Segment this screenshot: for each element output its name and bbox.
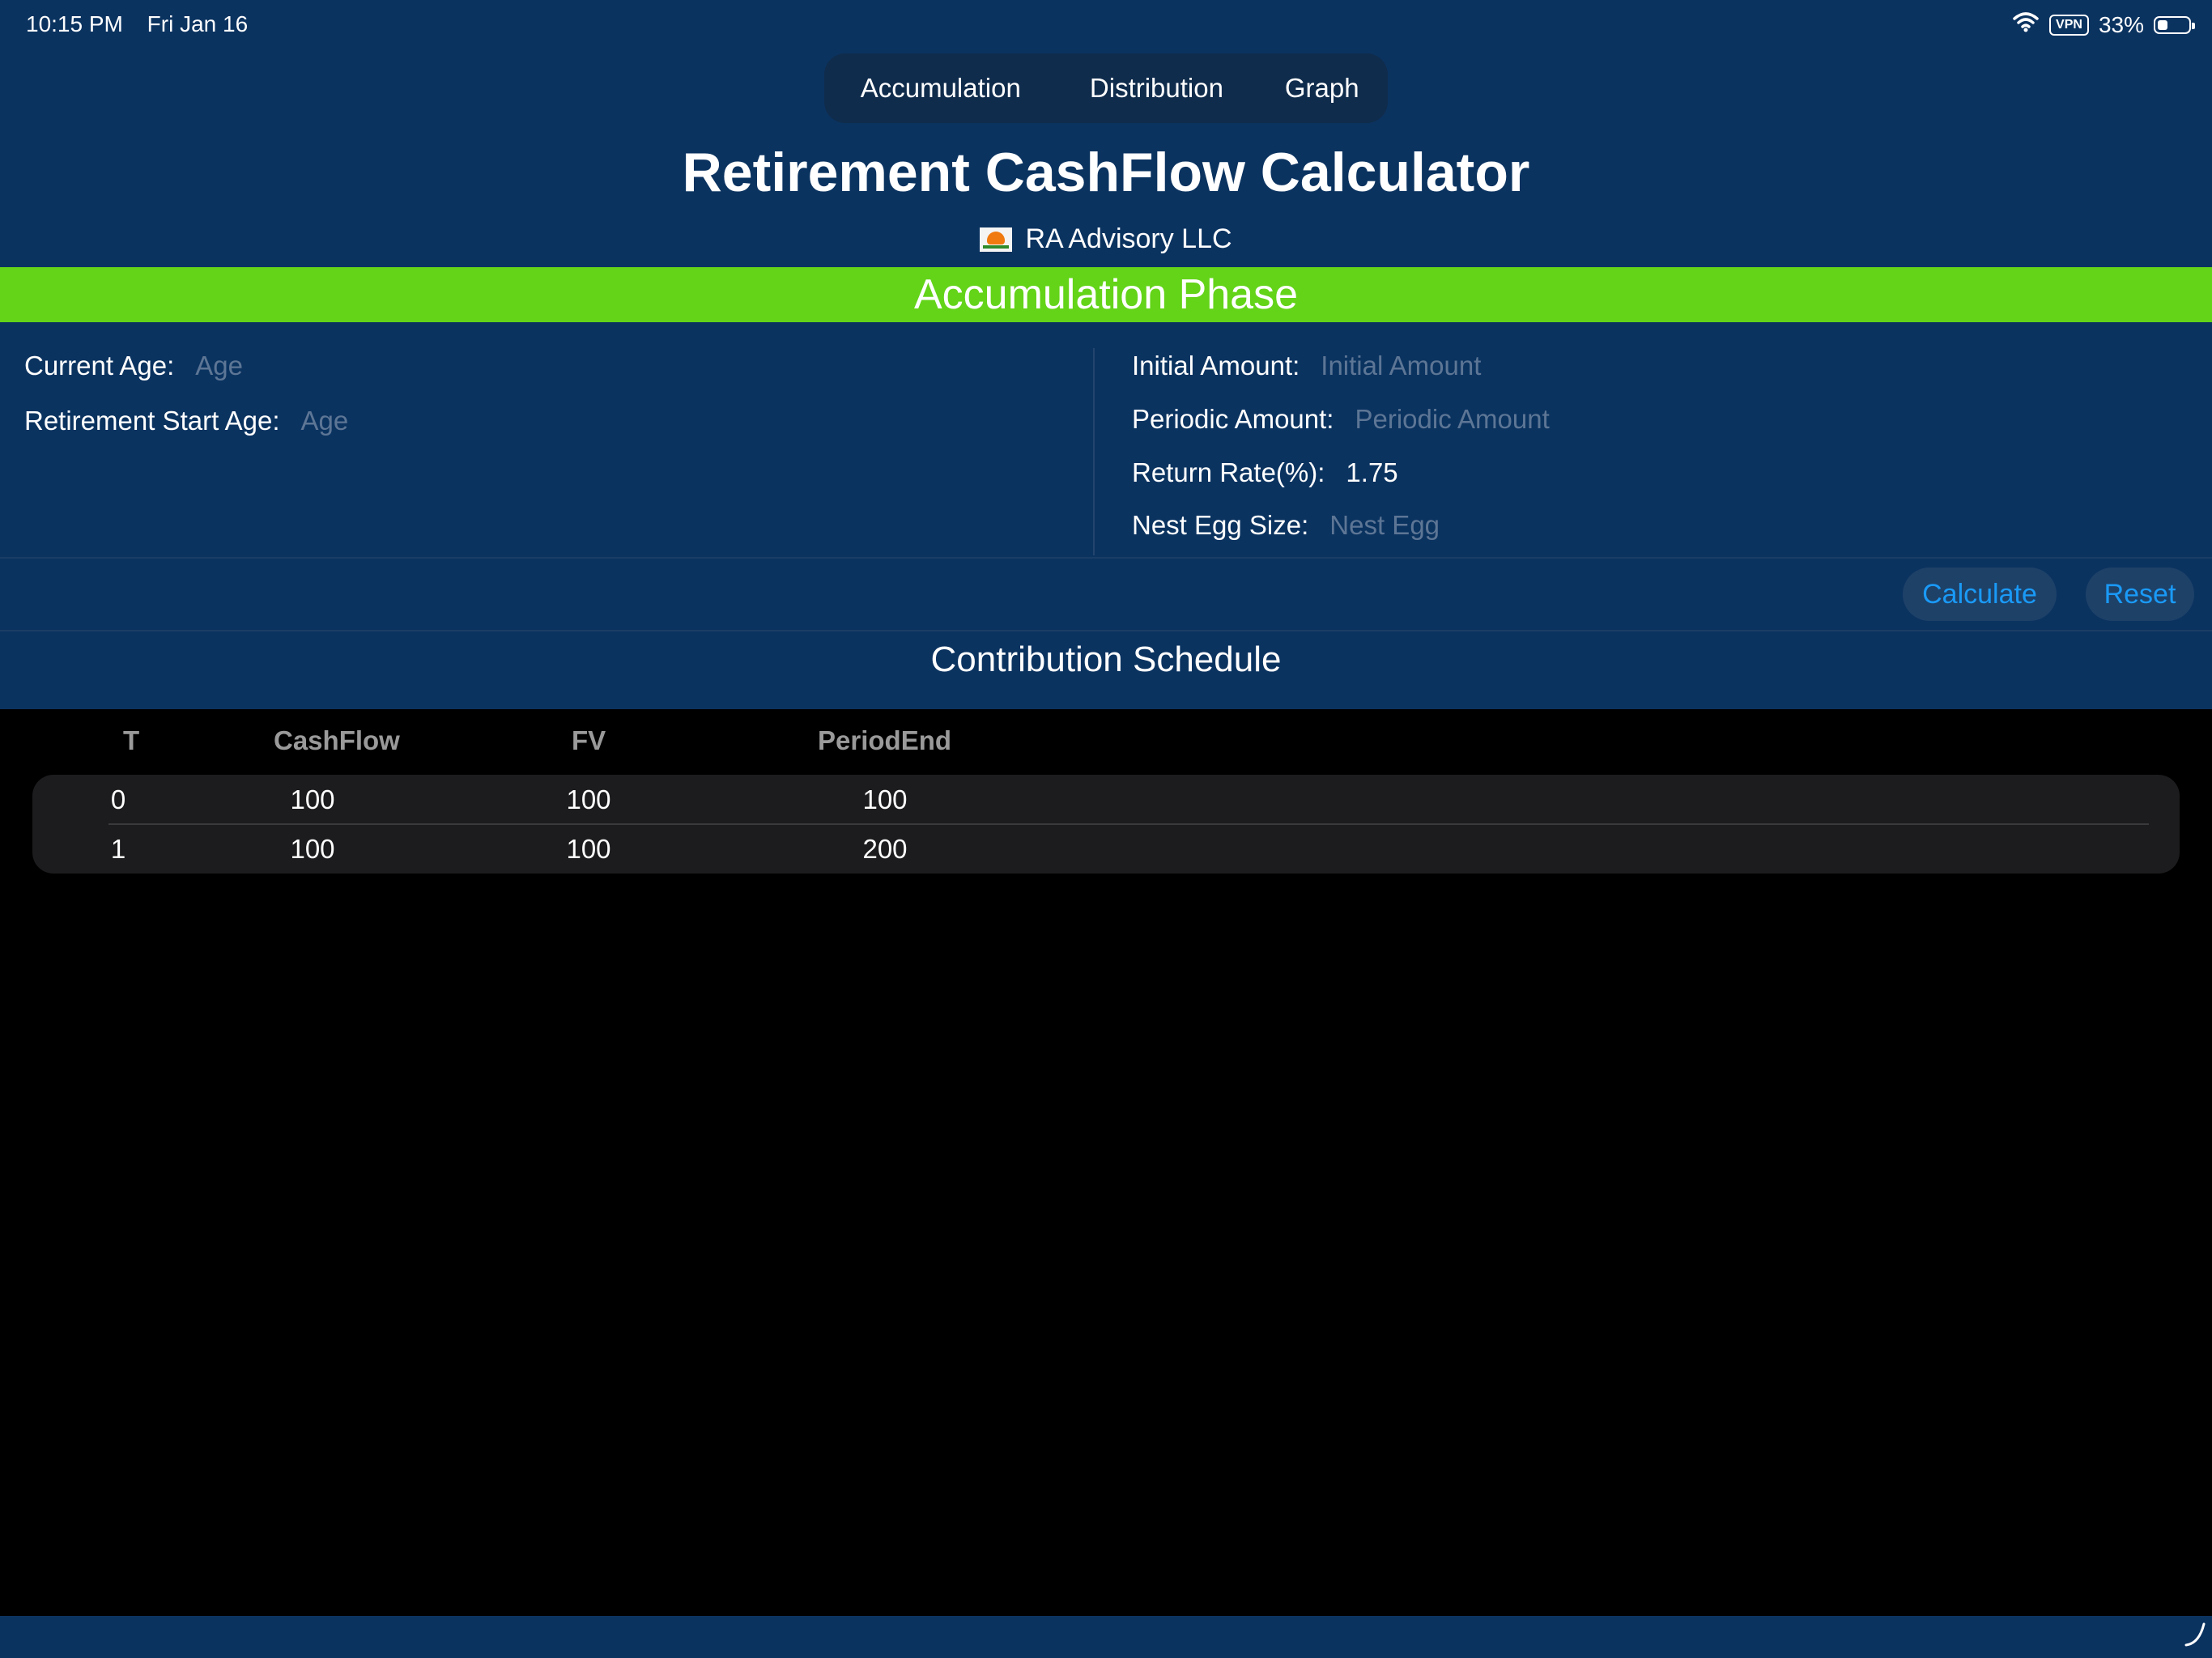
initial-amount-row: Initial Amount: (1132, 351, 1661, 381)
initial-amount-input[interactable] (1321, 351, 1661, 381)
return-rate-input[interactable] (1346, 457, 1687, 488)
current-age-row: Current Age: (24, 351, 536, 381)
retirement-start-age-input[interactable] (300, 406, 641, 436)
calculate-button[interactable]: Calculate (1903, 568, 2057, 621)
phase-banner: Accumulation Phase (0, 267, 2212, 322)
bottom-bar (0, 1616, 2212, 1658)
org-logo (980, 227, 1013, 252)
cell-fv: 100 (566, 784, 611, 814)
return-rate-label: Return Rate(%): (1132, 457, 1325, 487)
wifi-icon (2012, 11, 2040, 38)
status-time: 10:15 PM (26, 11, 123, 36)
vpn-badge: VPN (2049, 14, 2089, 36)
status-date: Fri Jan 16 (147, 11, 249, 36)
tab-graph[interactable]: Graph (1261, 58, 1383, 118)
nest-egg-size-row: Nest Egg Size: (1132, 510, 1670, 541)
page-title: Retirement CashFlow Calculator (682, 142, 1530, 203)
initial-amount-label: Initial Amount: (1132, 351, 1300, 380)
schedule-title: Contribution Schedule (930, 640, 1282, 679)
battery-percent: 33% (2098, 11, 2144, 37)
column-header-periodend: PeriodEnd (818, 725, 952, 755)
corner-hook-icon (2183, 1619, 2207, 1648)
column-header-cashflow: CashFlow (274, 725, 400, 755)
tab-bar: Accumulation Distribution Graph (824, 53, 1388, 123)
org-row: RA Advisory LLC (0, 223, 2212, 255)
org-name: RA Advisory LLC (1025, 223, 1232, 254)
status-bar-right: VPN 33% (2012, 11, 2195, 38)
periodic-amount-label: Periodic Amount: (1132, 404, 1334, 434)
current-age-input[interactable] (195, 351, 536, 381)
tab-accumulation[interactable]: Accumulation (829, 58, 1053, 118)
cell-t: 1 (110, 834, 126, 864)
column-header-fv: FV (572, 725, 606, 755)
row-divider (108, 823, 2149, 825)
current-age-label: Current Age: (24, 351, 175, 380)
periodic-amount-input[interactable] (1355, 404, 1695, 435)
return-rate-row: Return Rate(%): (1132, 457, 1687, 488)
retirement-start-age-row: Retirement Start Age: (24, 406, 641, 436)
column-header-t: T (123, 725, 140, 755)
retirement-start-age-label: Retirement Start Age: (24, 406, 280, 436)
cell-periodend: 100 (862, 784, 908, 814)
nest-egg-size-input[interactable] (1329, 510, 1670, 541)
tab-distribution[interactable]: Distribution (1057, 58, 1257, 118)
periodic-amount-row: Periodic Amount: (1132, 404, 1695, 435)
cell-periodend: 200 (862, 834, 908, 864)
battery-icon (2154, 15, 2195, 34)
cell-cashflow: 100 (290, 784, 335, 814)
divider (0, 630, 2212, 631)
status-bar-left: 10:15 PM Fri Jan 16 (26, 11, 266, 37)
divider (0, 557, 2212, 559)
cell-t: 0 (110, 784, 126, 814)
cell-cashflow: 100 (290, 834, 335, 864)
battery-level (2158, 19, 2167, 30)
nest-egg-size-label: Nest Egg Size: (1132, 510, 1309, 540)
cell-fv: 100 (566, 834, 611, 864)
column-divider (1093, 348, 1095, 555)
reset-button[interactable]: Reset (2086, 568, 2194, 621)
